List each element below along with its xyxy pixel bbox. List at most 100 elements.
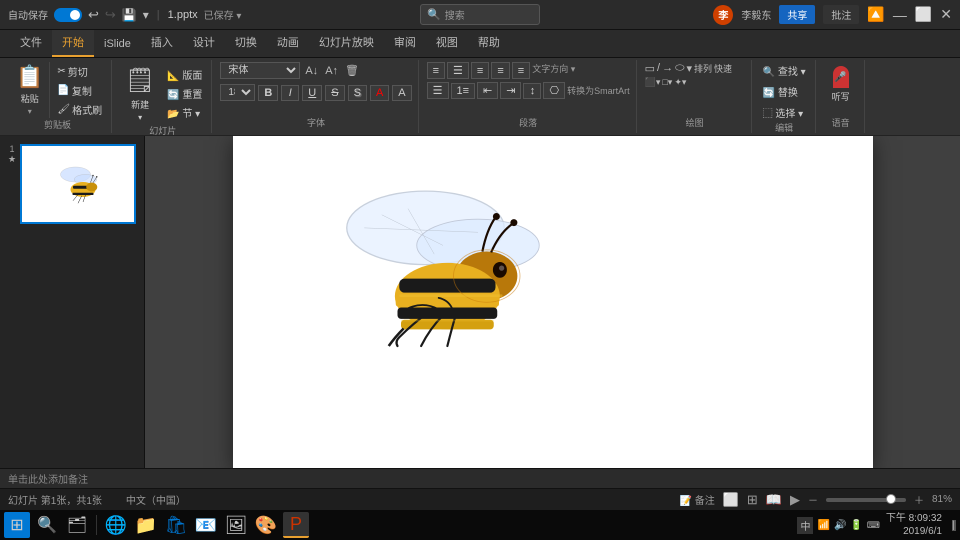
columns-button[interactable]: ⎔ [543,82,565,99]
comment-button[interactable]: 批注 [823,5,859,24]
shape-effects-button[interactable]: ✦▾ [674,77,686,88]
tab-help[interactable]: 帮助 [468,30,510,57]
normal-view-icon[interactable]: ⬜ [723,492,739,508]
slide-item-1[interactable]: 1 ★ [8,144,136,224]
keyboard-icon[interactable]: ⌨ [867,520,880,531]
paste-button[interactable]: 📋 粘贴 ▾ [10,62,50,118]
layout-button[interactable]: 📐 版面 [164,66,205,83]
notes-icon[interactable]: 📝 备注 [679,492,714,507]
justify-button[interactable]: ≡ [491,62,509,79]
font-size-decrease-icon[interactable]: A↓ [303,65,320,77]
cut-button[interactable]: ✂剪切 [54,63,105,80]
strikethrough-button[interactable]: S [325,85,344,101]
search-box[interactable]: 🔍 搜索 [420,4,540,25]
format-painter-button[interactable]: 🖌格式刷 [54,101,105,118]
volume-icon[interactable]: 🔊 [834,520,846,531]
new-slide-button[interactable]: 🗒 新建 ▾ [120,62,160,124]
photos-icon[interactable]: 🖼 [223,512,249,538]
section-button[interactable]: 📂 节 ▾ [164,104,205,121]
shape-fill-button[interactable]: ⬛▾ [645,77,661,88]
tab-transitions[interactable]: 切换 [225,30,267,57]
tab-view[interactable]: 视图 [426,30,468,57]
bullets-button[interactable]: ☰ [427,82,449,99]
quick-styles-button[interactable]: 快速 [714,62,732,75]
underline-button[interactable]: U [302,85,322,101]
text-direction-label[interactable]: 文字方向 ▾ [532,62,575,79]
mail-icon[interactable]: 📧 [193,512,219,538]
copy-button[interactable]: 📄复制 [54,82,105,99]
tab-home[interactable]: 开始 [52,30,94,57]
align-left-button[interactable]: ≡ [427,62,445,79]
italic-button[interactable]: I [281,85,299,101]
shape-outline-button[interactable]: □▾ [662,77,672,88]
undo-icon[interactable]: ↩ [88,7,99,23]
clear-format-icon[interactable]: 🗑 [343,64,361,77]
font-color-button[interactable]: A [370,85,389,101]
minimize-icon[interactable]: — [893,7,907,23]
dictate-button[interactable]: 🎤 听写 [824,62,858,107]
notes-bar[interactable]: 单击此处添加备注 [0,468,960,488]
find-button[interactable]: 🔍 查找 ▾ [760,62,809,79]
autosave-toggle[interactable] [54,8,82,22]
oval-shape-icon[interactable]: ⬭ [675,62,684,75]
line-shape-icon[interactable]: / [657,62,660,75]
start-button[interactable]: ⊞ [4,512,30,538]
show-desktop-button[interactable]: | [952,520,956,531]
arrow-shape-icon[interactable]: → [662,62,673,75]
numbering-button[interactable]: 1≡ [451,83,476,99]
zoom-in-icon[interactable]: ＋ [914,492,924,507]
tab-slideshow[interactable]: 幻灯片放映 [309,30,384,57]
convert-to-smartart-label[interactable]: 转换为SmartArt [567,84,630,97]
save-icon[interactable]: 💾 [122,8,137,22]
align-center-button[interactable]: ☰ [447,62,469,79]
tab-insert[interactable]: 插入 [141,30,183,57]
clipboard-group: 📋 粘贴 ▾ ✂剪切 📄复制 🖌格式刷 剪贴板 [4,60,112,133]
bold-button[interactable]: B [258,85,278,101]
more-shapes-icon[interactable]: ▾ [686,62,692,75]
reading-view-icon[interactable]: 📖 [766,492,782,508]
network-icon[interactable]: 📶 [817,520,829,531]
ribbon-toggle-icon[interactable]: 🔼 [867,6,884,23]
customize-icon[interactable]: ▾ [143,8,149,22]
slide-canvas[interactable] [233,136,873,468]
zoom-level: 81% [932,494,952,505]
font-size-select[interactable]: 18 [220,84,255,101]
font-name-select[interactable]: 宋体 [220,62,300,79]
tab-review[interactable]: 审阅 [384,30,426,57]
user-avatar: 李 [713,5,733,25]
tab-animations[interactable]: 动画 [267,30,309,57]
increase-indent-button[interactable]: ⇥ [500,82,521,99]
tab-file[interactable]: 文件 [10,30,52,57]
align-right-button[interactable]: ≡ [471,62,489,79]
store-icon[interactable]: 🛍 [163,512,189,538]
taskview-button[interactable]: 🗂 [64,512,90,538]
edge-icon[interactable]: 🌐 [103,512,129,538]
slide-thumbnail-1[interactable] [20,144,136,224]
font-highlight-button[interactable]: A [392,85,411,101]
line-spacing-button[interactable]: ↕ [523,83,541,99]
select-button[interactable]: ⬚ 选择 ▾ [760,104,809,121]
zoom-out-icon[interactable]: － [808,492,818,507]
close-icon[interactable]: ✕ [940,6,952,23]
maximize-icon[interactable]: ⬜ [915,6,932,23]
font-size-increase-icon[interactable]: A↑ [323,65,340,77]
share-button[interactable]: 共享 [779,5,815,24]
redo-icon[interactable]: ↪ [105,7,116,23]
powerpoint-icon[interactable]: P [283,512,309,538]
search-taskbar-button[interactable]: 🔍 [34,512,60,538]
shadow-button[interactable]: S [348,85,367,101]
tab-islide[interactable]: iSlide [94,34,141,57]
rect-shape-icon[interactable]: ▭ [645,62,655,75]
replace-button[interactable]: 🔄 替换 [760,83,809,100]
explorer-icon[interactable]: 📁 [133,512,159,538]
slideshow-icon[interactable]: ▶ [790,492,800,508]
tab-design[interactable]: 设计 [183,30,225,57]
slide-sorter-icon[interactable]: ⊞ [747,492,758,508]
zoom-slider[interactable] [826,498,906,502]
reset-button[interactable]: 🔄 重置 [164,85,205,102]
paint-icon[interactable]: 🎨 [253,512,279,538]
battery-icon[interactable]: 🔋 [850,520,862,531]
decrease-indent-button[interactable]: ⇤ [477,82,498,99]
arrange-button[interactable]: 排列 [694,62,712,75]
distribute-button[interactable]: ≡ [512,62,530,79]
